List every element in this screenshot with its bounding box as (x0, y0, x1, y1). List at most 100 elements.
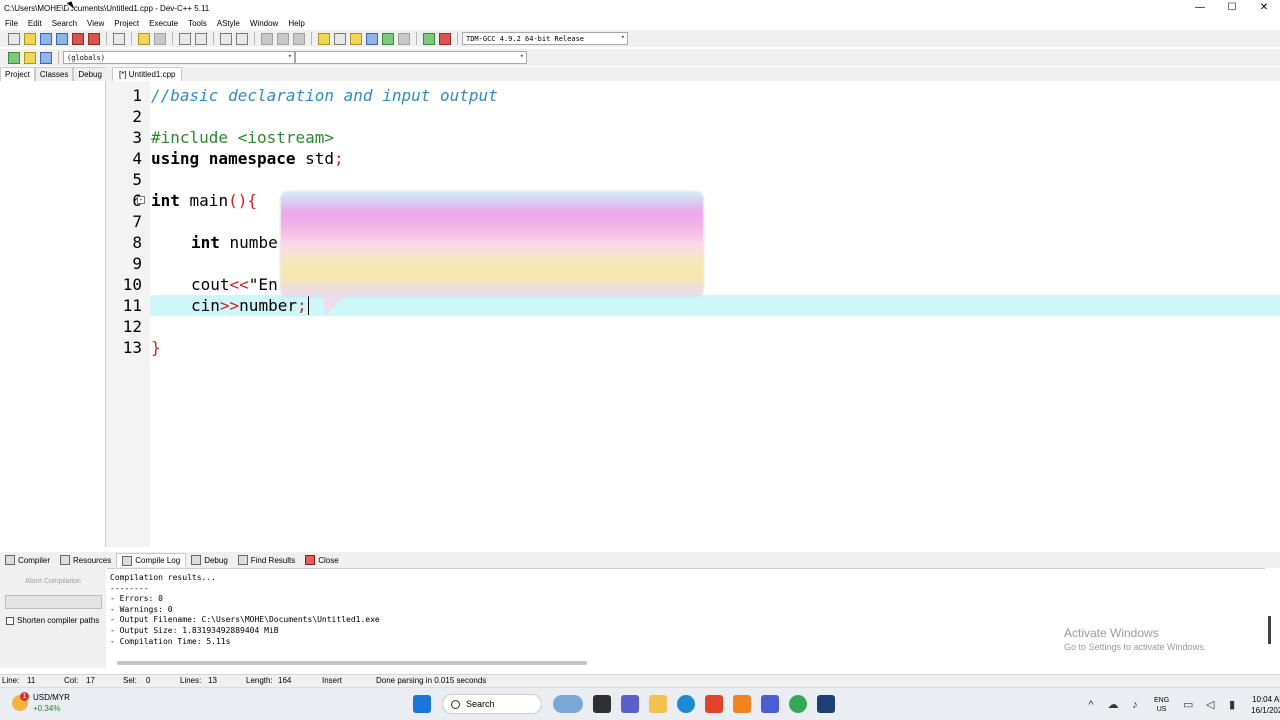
compiler-select[interactable]: TDM-GCC 4.9.2 64-bit Release ▾ (462, 32, 628, 45)
code-editor[interactable]: 1 //basic declaration and input output 2… (106, 81, 1280, 547)
menu-file[interactable]: File (0, 19, 23, 28)
toggle-bookmark-icon[interactable] (24, 51, 36, 64)
maximize-button[interactable]: ☐ (1216, 0, 1248, 16)
compile-log-output[interactable]: Compilation results... -------- - Errors… (107, 568, 1265, 668)
shorten-paths-option[interactable]: Shorten compiler paths (6, 616, 99, 625)
open-file-icon[interactable] (24, 32, 36, 45)
start-menu-icon[interactable] (413, 695, 431, 713)
chart-icon (122, 555, 133, 566)
cloud-icon[interactable]: ☁ (1107, 699, 1119, 711)
tab-compiler[interactable]: Compiler (0, 553, 55, 567)
menu-project[interactable]: Project (109, 19, 144, 28)
log-vertical-scrollbar[interactable] (1268, 616, 1271, 644)
tab-project[interactable]: Project (0, 67, 35, 81)
unit-icon[interactable] (236, 32, 248, 45)
title-bar: C:\Users\MOHE\Documents\Untitled1.cpp - … (0, 0, 1280, 16)
code-text: int numbe (191, 233, 278, 252)
debug-icon[interactable] (439, 32, 451, 45)
line-number: 11 (122, 296, 142, 315)
bookmark-icon[interactable] (293, 32, 305, 45)
tab-resources[interactable]: Resources (55, 553, 116, 567)
battery-icon[interactable]: ▮ (1226, 699, 1238, 711)
goto-bookmark-icon[interactable] (40, 51, 52, 64)
teams-chat-icon[interactable] (621, 695, 639, 713)
microphone-icon[interactable]: ♪ (1129, 699, 1141, 711)
tab-close[interactable]: Close (300, 553, 343, 567)
scope-select-value: (globals) (67, 53, 105, 62)
close-all-icon[interactable] (88, 32, 100, 45)
brave-browser-icon[interactable] (705, 695, 723, 713)
dev-cpp-taskbar-icon[interactable] (817, 695, 835, 713)
find-icon[interactable] (179, 32, 191, 45)
window-controls: — ☐ ✕ (1184, 0, 1280, 16)
tab-compile-log[interactable]: Compile Log (116, 553, 187, 567)
code-text: } (151, 338, 161, 357)
menu-view[interactable]: View (82, 19, 109, 28)
fold-toggle-icon[interactable]: - (137, 196, 145, 204)
editor-tab-untitled1[interactable]: [*] Untitled1.cpp (112, 67, 183, 81)
clock-time: 10:04 AM (1252, 695, 1280, 704)
notification-badge: 1 (20, 692, 29, 701)
save-all-icon[interactable] (56, 32, 68, 45)
task-view-icon[interactable] (593, 695, 611, 713)
insert-icon[interactable] (8, 51, 20, 64)
tab-debug-output[interactable]: Debug (186, 553, 233, 567)
sublime-text-icon[interactable] (733, 695, 751, 713)
check-icon[interactable] (382, 32, 394, 45)
close-icon (305, 555, 316, 565)
redo-icon[interactable] (154, 32, 166, 45)
log-line: Compilation results... (110, 573, 216, 582)
chrome-browser-icon[interactable] (789, 695, 807, 713)
shorten-paths-checkbox[interactable] (6, 616, 14, 625)
print-icon[interactable] (113, 32, 125, 45)
abort-compilation-button[interactable]: Abort Compilation (6, 576, 100, 588)
undo-icon[interactable] (138, 32, 150, 45)
new-file-icon[interactable] (8, 32, 20, 45)
log-horizontal-scrollbar[interactable] (117, 661, 587, 665)
stop-icon[interactable] (398, 32, 410, 45)
chart-icon[interactable] (423, 32, 435, 45)
system-clock[interactable]: 10:04 AM 16/1/2024 (1251, 694, 1280, 716)
menu-window[interactable]: Window (245, 19, 283, 28)
volume-icon[interactable]: ◁ (1204, 699, 1216, 711)
rebuild-icon[interactable] (366, 32, 378, 45)
code-line: 2 (106, 106, 1280, 127)
tab-find-results[interactable]: Find Results (233, 553, 300, 567)
left-panel-tabs: Project Classes Debug (0, 67, 107, 81)
network-icon[interactable]: ▭ (1182, 699, 1194, 711)
line-number: 13 (122, 338, 142, 357)
taskbar-search[interactable]: Search (442, 694, 542, 714)
menu-tools[interactable]: Tools (183, 19, 212, 28)
replace-icon[interactable] (195, 32, 207, 45)
menu-astyle[interactable]: AStyle (212, 19, 245, 28)
scope-select[interactable]: (globals) ▾ (63, 51, 295, 64)
edge-browser-icon[interactable] (677, 695, 695, 713)
save-icon[interactable] (40, 32, 52, 45)
goto-line-icon[interactable] (220, 32, 232, 45)
menu-help[interactable]: Help (283, 19, 309, 28)
language-indicator[interactable]: ENG US (1154, 696, 1169, 714)
close-button[interactable]: ✕ (1248, 0, 1280, 16)
tab-debug[interactable]: Debug (73, 67, 107, 81)
widgets-icon[interactable] (553, 695, 583, 713)
stock-widget[interactable]: 1 USD/MYR +0.34% (12, 692, 70, 714)
close-file-icon[interactable] (72, 32, 84, 45)
tab-classes[interactable]: Classes (34, 67, 74, 81)
back-icon[interactable] (261, 32, 273, 45)
compiler-icon (5, 555, 15, 565)
status-line-value: 11 (27, 676, 36, 685)
menu-edit[interactable]: Edit (23, 19, 47, 28)
forward-icon[interactable] (277, 32, 289, 45)
run-icon[interactable] (334, 32, 346, 45)
pastel-speech-bubble-overlay (281, 192, 703, 296)
compile-icon[interactable] (318, 32, 330, 45)
teams-icon[interactable] (761, 695, 779, 713)
status-sel-label: Sel: (123, 676, 137, 685)
menu-search[interactable]: Search (47, 19, 82, 28)
symbol-select[interactable]: ▾ (295, 51, 527, 64)
compile-run-icon[interactable] (350, 32, 362, 45)
chevron-up-icon[interactable]: ^ (1085, 699, 1097, 711)
minimize-button[interactable]: — (1184, 0, 1216, 16)
file-explorer-icon[interactable] (649, 695, 667, 713)
menu-execute[interactable]: Execute (144, 19, 183, 28)
